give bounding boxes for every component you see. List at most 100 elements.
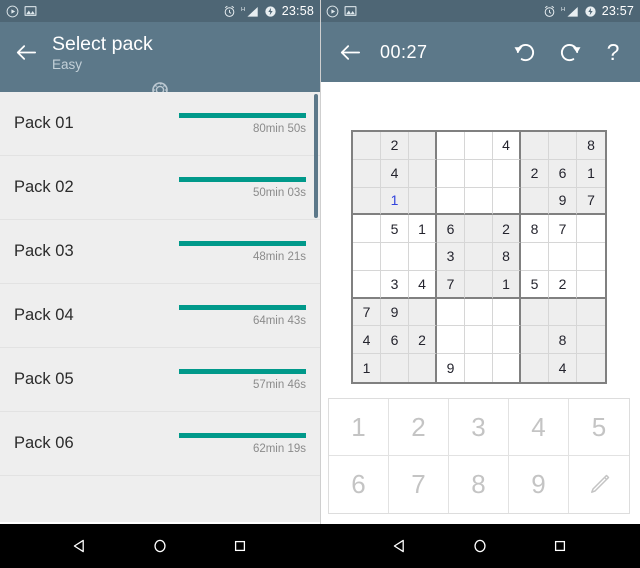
sudoku-cell[interactable] <box>437 187 465 216</box>
sudoku-cell[interactable] <box>465 354 493 382</box>
list-item[interactable]: Pack 02 50min 03s <box>0 156 320 220</box>
sudoku-cell[interactable] <box>409 132 437 160</box>
sudoku-cell[interactable] <box>409 187 437 216</box>
sudoku-cell[interactable]: 3 <box>437 243 465 271</box>
sudoku-cell[interactable]: 1 <box>577 159 605 188</box>
back-button[interactable] <box>0 30 52 74</box>
sudoku-cell[interactable] <box>493 326 521 355</box>
nav-back-button[interactable] <box>380 524 420 568</box>
sudoku-cell[interactable] <box>549 243 577 271</box>
sudoku-cell[interactable] <box>521 298 549 327</box>
numpad-key-7[interactable]: 7 <box>389 456 449 513</box>
sudoku-cell[interactable]: 8 <box>577 132 605 160</box>
sudoku-cell[interactable]: 9 <box>437 354 465 382</box>
sudoku-cell[interactable] <box>381 243 409 271</box>
numpad-key-9[interactable]: 9 <box>509 456 569 513</box>
number-pad[interactable]: 12345 6789 <box>328 398 630 514</box>
sudoku-cell[interactable]: 1 <box>409 215 437 244</box>
sudoku-cell[interactable]: 2 <box>493 215 521 244</box>
sudoku-cell[interactable]: 2 <box>521 159 549 188</box>
sudoku-cell[interactable] <box>577 243 605 271</box>
sudoku-cell[interactable] <box>353 187 381 216</box>
sudoku-cell[interactable] <box>353 270 381 299</box>
sudoku-cell[interactable] <box>465 215 493 244</box>
sudoku-cell[interactable]: 9 <box>549 187 577 216</box>
nav-home-button[interactable] <box>460 524 500 568</box>
sudoku-cell[interactable]: 6 <box>437 215 465 244</box>
numpad-key-1[interactable]: 1 <box>329 399 389 456</box>
list-item[interactable]: Pack 06 62min 19s <box>0 412 320 476</box>
sudoku-cell[interactable]: 2 <box>549 270 577 299</box>
sudoku-cell[interactable] <box>353 159 381 188</box>
sudoku-cell[interactable] <box>437 326 465 355</box>
sudoku-cell[interactable] <box>493 354 521 382</box>
nav-home-button[interactable] <box>140 524 180 568</box>
sudoku-cell[interactable] <box>493 187 521 216</box>
numpad-key-2[interactable]: 2 <box>389 399 449 456</box>
sudoku-cell[interactable]: 4 <box>493 132 521 160</box>
sudoku-cell[interactable]: 6 <box>549 159 577 188</box>
sudoku-cell[interactable] <box>465 187 493 216</box>
sudoku-cell[interactable] <box>465 243 493 271</box>
sudoku-cell[interactable]: 8 <box>521 215 549 244</box>
numpad-key-5[interactable]: 5 <box>569 399 629 456</box>
sudoku-cell[interactable] <box>353 132 381 160</box>
sudoku-cell[interactable] <box>493 298 521 327</box>
sudoku-cell[interactable] <box>521 326 549 355</box>
back-button[interactable] <box>334 30 366 74</box>
sudoku-cell[interactable] <box>521 354 549 382</box>
sudoku-cell[interactable] <box>409 298 437 327</box>
sudoku-cell[interactable] <box>409 354 437 382</box>
sudoku-cell[interactable] <box>409 243 437 271</box>
sudoku-cell[interactable]: 7 <box>549 215 577 244</box>
sudoku-cell[interactable] <box>521 132 549 160</box>
sudoku-cell[interactable] <box>353 243 381 271</box>
sudoku-cell[interactable] <box>437 159 465 188</box>
pack-list[interactable]: Pack 01 80min 50s Pack 02 50min 03s Pack… <box>0 92 320 522</box>
sudoku-cell[interactable]: 6 <box>381 326 409 355</box>
nav-recents-button[interactable] <box>220 524 260 568</box>
sudoku-cell[interactable] <box>577 298 605 327</box>
sudoku-cell[interactable]: 7 <box>437 270 465 299</box>
nav-back-button[interactable] <box>60 524 100 568</box>
list-item[interactable]: Pack 04 64min 43s <box>0 284 320 348</box>
sudoku-cell[interactable] <box>577 270 605 299</box>
sudoku-cell[interactable]: 1 <box>493 270 521 299</box>
sudoku-cell[interactable]: 9 <box>381 298 409 327</box>
sudoku-cell[interactable]: 4 <box>409 270 437 299</box>
sudoku-cell[interactable]: 4 <box>549 354 577 382</box>
numpad-key-8[interactable]: 8 <box>449 456 509 513</box>
sudoku-cell[interactable]: 7 <box>353 298 381 327</box>
sudoku-cell[interactable]: 5 <box>381 215 409 244</box>
sudoku-cell[interactable]: 2 <box>409 326 437 355</box>
nav-recents-button[interactable] <box>540 524 580 568</box>
sudoku-cell[interactable] <box>465 270 493 299</box>
pencil-toggle-button[interactable] <box>569 456 629 513</box>
sudoku-cell[interactable] <box>549 132 577 160</box>
list-item[interactable]: Pack 05 57min 46s <box>0 348 320 412</box>
sudoku-cell[interactable]: 4 <box>353 326 381 355</box>
numpad-key-4[interactable]: 4 <box>509 399 569 456</box>
sudoku-cell[interactable]: 1 <box>353 354 381 382</box>
sudoku-cell[interactable] <box>493 159 521 188</box>
sudoku-cell[interactable] <box>437 298 465 327</box>
sudoku-cell[interactable] <box>465 298 493 327</box>
sudoku-cell[interactable]: 3 <box>381 270 409 299</box>
sudoku-cell[interactable] <box>521 243 549 271</box>
help-button[interactable]: ? <box>600 39 626 65</box>
list-scrollbar[interactable] <box>314 94 318 218</box>
list-item[interactable]: Pack 01 80min 50s <box>0 92 320 156</box>
sudoku-cell[interactable] <box>437 132 465 160</box>
redo-button[interactable] <box>556 39 582 65</box>
list-item[interactable]: Pack 03 48min 21s <box>0 220 320 284</box>
sudoku-cell[interactable] <box>549 298 577 327</box>
sudoku-cell[interactable]: 8 <box>549 326 577 355</box>
sudoku-cell[interactable] <box>577 215 605 244</box>
sudoku-cell[interactable] <box>381 354 409 382</box>
sudoku-cell[interactable]: 5 <box>521 270 549 299</box>
sudoku-cell[interactable]: 8 <box>493 243 521 271</box>
sudoku-cell[interactable]: 4 <box>381 159 409 188</box>
sudoku-cell[interactable] <box>577 354 605 382</box>
undo-button[interactable] <box>512 39 538 65</box>
sudoku-cell[interactable]: 1 <box>381 187 409 216</box>
